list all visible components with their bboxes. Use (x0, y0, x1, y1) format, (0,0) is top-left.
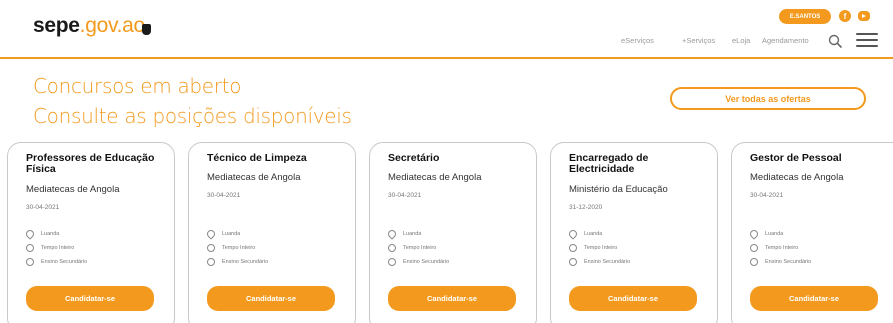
logo-domain: gov.ao (85, 14, 145, 37)
hero-title: Concursos em aberto (33, 74, 242, 98)
job-card[interactable]: Secretário Mediatecas de Angola 30-04-20… (369, 142, 537, 323)
cursor-hand-icon (141, 24, 151, 35)
apply-button[interactable]: Candidatar-se (388, 286, 516, 311)
education-icon (569, 258, 577, 266)
job-education: Ensino Secundário (207, 258, 268, 266)
job-location: Luanda (24, 228, 59, 240)
job-card[interactable]: Professores de Educação Física Mediateca… (7, 142, 175, 323)
nav-agendamento[interactable]: Agendamento (762, 36, 809, 45)
job-organization: Mediatecas de Angola (388, 172, 482, 183)
job-education: Ensino Secundário (26, 258, 87, 266)
clock-icon (207, 244, 215, 252)
job-organization: Ministério da Educação (569, 184, 668, 195)
facebook-icon[interactable]: f (839, 10, 851, 22)
education-icon (207, 258, 215, 266)
job-location: Luanda (748, 228, 783, 240)
apply-button[interactable]: Candidatar-se (750, 286, 878, 311)
location-pin-icon (386, 228, 398, 240)
job-education: Ensino Secundário (750, 258, 811, 266)
clock-icon (388, 244, 396, 252)
job-organization: Mediatecas de Angola (207, 172, 301, 183)
apply-button[interactable]: Candidatar-se (569, 286, 697, 311)
job-card[interactable]: Encarregado de Electricidade Ministério … (550, 142, 718, 323)
job-date: 30-04-2021 (388, 192, 422, 199)
logo-main: sepe (33, 14, 80, 37)
job-date: 31-12-2020 (569, 204, 603, 211)
youtube-icon[interactable] (858, 11, 870, 21)
job-location: Luanda (205, 228, 240, 240)
job-schedule: Tempo Inteiro (26, 244, 74, 252)
job-card[interactable]: Gestor de Pessoal Mediatecas de Angola 3… (731, 142, 893, 323)
nav-eservicos[interactable]: eServiços (621, 36, 654, 45)
job-schedule: Tempo Inteiro (207, 244, 255, 252)
job-card[interactable]: Técnico de Limpeza Mediatecas de Angola … (188, 142, 356, 323)
location-pin-icon (24, 228, 36, 240)
header-divider (0, 57, 893, 59)
job-date: 30-04-2021 (207, 192, 241, 199)
clock-icon (750, 244, 758, 252)
job-schedule: Tempo Inteiro (750, 244, 798, 252)
job-title: Técnico de Limpeza (207, 152, 307, 164)
view-all-offers-button[interactable]: Ver todas as ofertas (670, 87, 866, 110)
search-icon[interactable] (828, 34, 842, 48)
job-title: Encarregado de Electricidade (569, 152, 649, 175)
job-date: 30-04-2021 (750, 192, 784, 199)
job-title: Gestor de Pessoal (750, 152, 842, 164)
job-location: Luanda (386, 228, 421, 240)
apply-button[interactable]: Candidatar-se (207, 286, 335, 311)
job-organization: Mediatecas de Angola (26, 184, 120, 195)
job-title: Secretário (388, 152, 440, 164)
clock-icon (569, 244, 577, 252)
job-title: Professores de Educação Física (26, 152, 155, 175)
user-account-button[interactable]: E.SANTOS (779, 9, 831, 24)
job-organization: Mediatecas de Angola (750, 172, 844, 183)
nav-eloja[interactable]: eLoja (732, 36, 750, 45)
education-icon (750, 258, 758, 266)
job-date: 30-04-2021 (26, 204, 60, 211)
location-pin-icon (748, 228, 760, 240)
location-pin-icon (205, 228, 217, 240)
job-schedule: Tempo Inteiro (388, 244, 436, 252)
nav-mais-servicos[interactable]: +Serviços (682, 36, 715, 45)
hero-subtitle: Consulte as posições disponíveis (33, 104, 352, 128)
site-logo[interactable]: sepe.gov.ao (33, 14, 151, 38)
job-education: Ensino Secundário (569, 258, 630, 266)
menu-icon[interactable] (856, 33, 878, 47)
apply-button[interactable]: Candidatar-se (26, 286, 154, 311)
clock-icon (26, 244, 34, 252)
education-icon (26, 258, 34, 266)
job-schedule: Tempo Inteiro (569, 244, 617, 252)
location-pin-icon (567, 228, 579, 240)
job-location: Luanda (567, 228, 602, 240)
job-education: Ensino Secundário (388, 258, 449, 266)
education-icon (388, 258, 396, 266)
